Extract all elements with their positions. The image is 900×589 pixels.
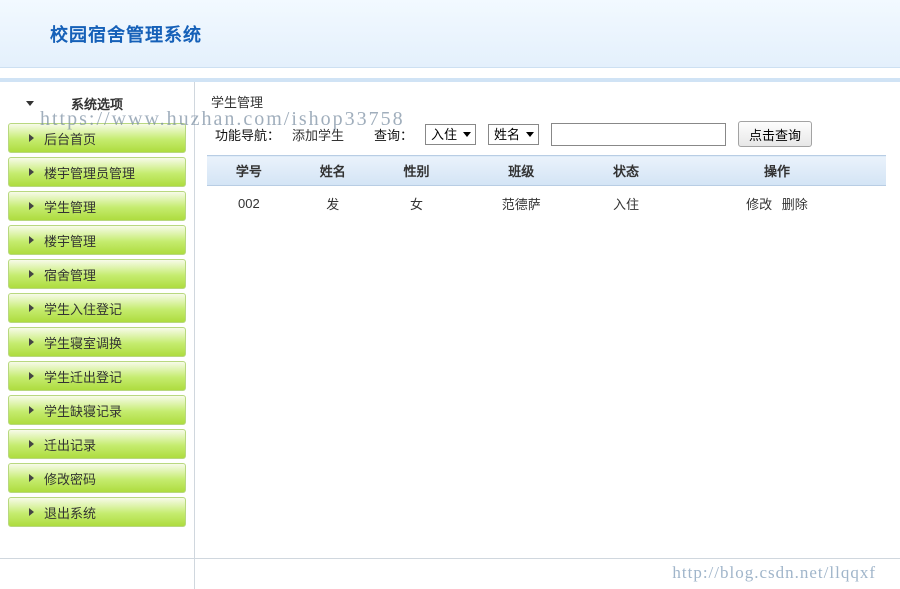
sidebar-item-label: 迁出记录 <box>44 435 96 454</box>
delete-link[interactable]: 删除 <box>782 197 808 212</box>
header: 校园宿舍管理系统 <box>0 0 900 68</box>
sidebar-item-checkout[interactable]: 学生迁出登记 <box>8 361 186 391</box>
sidebar-item-label: 学生迁出登记 <box>44 367 122 386</box>
main: 学生管理 功能导航： 添加学生 查询： 入住 姓名 点击查询 学号 <box>195 82 900 589</box>
triangle-icon <box>29 134 34 142</box>
sidebar-item-student-mgmt[interactable]: 学生管理 <box>8 191 186 221</box>
cell-gender: 女 <box>375 186 459 222</box>
sidebar-item-label: 宿舍管理 <box>44 265 96 284</box>
sidebar-item-label: 修改密码 <box>44 469 96 488</box>
status-select[interactable]: 入住 <box>425 124 476 145</box>
sidebar: 系统选项 后台首页 楼宇管理员管理 学生管理 楼宇管理 宿舍管理 学生入住登记 … <box>0 82 195 589</box>
sidebar-item-absence[interactable]: 学生缺寝记录 <box>8 395 186 425</box>
footer-line <box>0 558 900 559</box>
caret-down-icon <box>26 101 34 106</box>
triangle-icon <box>29 168 34 176</box>
cell-class: 范德萨 <box>458 186 584 222</box>
sidebar-item-building-admin[interactable]: 楼宇管理员管理 <box>8 157 186 187</box>
app-title: 校园宿舍管理系统 <box>50 21 202 47</box>
triangle-icon <box>29 338 34 346</box>
toolbar: 功能导航： 添加学生 查询： 入住 姓名 点击查询 <box>207 121 886 155</box>
query-label: 查询： <box>374 125 413 144</box>
sidebar-item-dorm-mgmt[interactable]: 宿舍管理 <box>8 259 186 289</box>
triangle-icon <box>29 372 34 380</box>
triangle-icon <box>29 270 34 278</box>
triangle-icon <box>29 406 34 414</box>
triangle-icon <box>29 202 34 210</box>
triangle-icon <box>29 508 34 516</box>
sidebar-header[interactable]: 系统选项 <box>8 90 186 123</box>
col-gender: 性别 <box>375 156 459 186</box>
col-status: 状态 <box>584 156 668 186</box>
page-title: 学生管理 <box>207 90 886 121</box>
gap <box>0 68 900 78</box>
sidebar-item-label: 楼宇管理 <box>44 231 96 250</box>
cell-status: 入住 <box>584 186 668 222</box>
sidebar-item-home[interactable]: 后台首页 <box>8 123 186 153</box>
search-button[interactable]: 点击查询 <box>738 121 812 147</box>
table-row: 002 发 女 范德萨 入住 修改 删除 <box>207 186 886 222</box>
content: 系统选项 后台首页 楼宇管理员管理 学生管理 楼宇管理 宿舍管理 学生入住登记 … <box>0 82 900 589</box>
data-table: 学号 姓名 性别 班级 状态 操作 002 发 女 范德萨 入住 修改 <box>207 155 886 221</box>
col-sno: 学号 <box>207 156 291 186</box>
cell-sno: 002 <box>207 186 291 222</box>
field-select[interactable]: 姓名 <box>488 124 539 145</box>
sidebar-item-label: 楼宇管理员管理 <box>44 163 135 182</box>
col-class: 班级 <box>458 156 584 186</box>
cell-name: 发 <box>291 186 375 222</box>
sidebar-item-label: 退出系统 <box>44 503 96 522</box>
triangle-icon <box>29 236 34 244</box>
add-student-link[interactable]: 添加学生 <box>292 125 344 144</box>
col-name: 姓名 <box>291 156 375 186</box>
sidebar-item-out-records[interactable]: 迁出记录 <box>8 429 186 459</box>
edit-link[interactable]: 修改 <box>746 197 772 212</box>
nav-label: 功能导航： <box>215 125 280 144</box>
triangle-icon <box>29 474 34 482</box>
sidebar-item-checkin[interactable]: 学生入住登记 <box>8 293 186 323</box>
sidebar-item-building-mgmt[interactable]: 楼宇管理 <box>8 225 186 255</box>
sidebar-item-label: 学生缺寝记录 <box>44 401 122 420</box>
sidebar-item-room-swap[interactable]: 学生寝室调换 <box>8 327 186 357</box>
triangle-icon <box>29 440 34 448</box>
sidebar-title: 系统选项 <box>71 94 123 113</box>
col-ops: 操作 <box>668 156 886 186</box>
field-select-wrap: 姓名 <box>488 124 539 145</box>
sidebar-item-logout[interactable]: 退出系统 <box>8 497 186 527</box>
table-header-row: 学号 姓名 性别 班级 状态 操作 <box>207 156 886 186</box>
triangle-icon <box>29 304 34 312</box>
sidebar-item-label: 后台首页 <box>44 129 96 148</box>
sidebar-item-label: 学生寝室调换 <box>44 333 122 352</box>
search-input[interactable] <box>551 123 726 146</box>
sidebar-item-change-pwd[interactable]: 修改密码 <box>8 463 186 493</box>
cell-ops: 修改 删除 <box>668 186 886 222</box>
sidebar-item-label: 学生管理 <box>44 197 96 216</box>
status-select-wrap: 入住 <box>425 124 476 145</box>
sidebar-item-label: 学生入住登记 <box>44 299 122 318</box>
